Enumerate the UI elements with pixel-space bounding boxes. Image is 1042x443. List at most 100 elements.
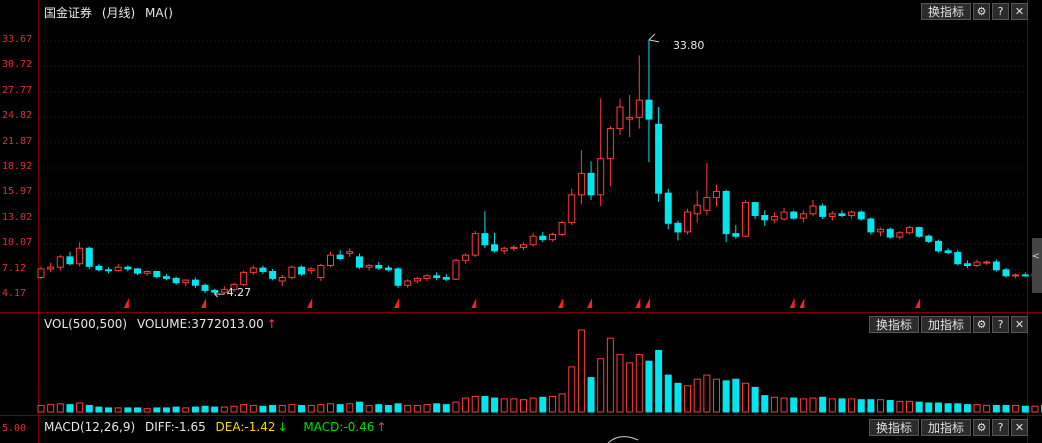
volume-bar (878, 400, 884, 412)
volume-bar (250, 405, 256, 412)
volume-bar (405, 405, 411, 412)
candle-body (762, 216, 768, 220)
candle-body (540, 236, 546, 239)
volume-bar (163, 408, 169, 412)
candle-body (135, 269, 141, 273)
volume-bar (434, 404, 440, 412)
volume-bar (125, 408, 131, 412)
volume-bar (926, 403, 932, 412)
volume-bar (366, 405, 372, 412)
low-price-label: 4.27 (227, 286, 252, 299)
volume-bar (800, 399, 806, 412)
volume-bar (115, 408, 121, 412)
volume-bar (221, 407, 227, 412)
volume-bar (916, 402, 922, 412)
event-marker-icon (790, 298, 795, 308)
volume-bar (328, 404, 334, 412)
candle-body (559, 222, 565, 234)
candle-body (656, 124, 662, 193)
candle-body (125, 267, 131, 269)
candle-body (829, 214, 835, 217)
volume-bar (598, 359, 604, 412)
candlestick-chart (0, 0, 1042, 312)
candle-body (434, 276, 440, 278)
volume-bar (907, 401, 913, 412)
candle-body (636, 100, 642, 117)
volume-bar (733, 379, 739, 412)
volume-bar (685, 386, 691, 412)
candle-body (1003, 270, 1009, 276)
volume-bar (472, 396, 478, 412)
volume-bar (376, 405, 382, 412)
candle-body (376, 265, 382, 268)
candle-body (868, 219, 874, 232)
volume-bar (96, 407, 102, 412)
candle-body (279, 278, 285, 281)
volume-bar (617, 355, 623, 412)
candle-body (781, 212, 787, 219)
candle-body (347, 252, 353, 254)
volume-bar (723, 381, 729, 412)
volume-bar (231, 406, 237, 412)
candle-body (67, 257, 73, 264)
chevron-left-icon[interactable]: < (1032, 251, 1040, 262)
volume-bar (443, 405, 449, 412)
volume-bar (318, 405, 324, 412)
candle-body (318, 265, 324, 277)
volume-bar (781, 398, 787, 412)
candle-body (192, 280, 198, 285)
event-marker-icon (558, 298, 563, 308)
event-marker-icon (915, 298, 920, 308)
candle-body (945, 251, 951, 253)
volume-panel[interactable]: VOL(500,500) VOLUME:3772013.00↑ 换指标 加指标 … (0, 312, 1042, 416)
candle-body (714, 191, 720, 197)
volume-bar (289, 405, 295, 412)
volume-bar (1022, 406, 1028, 412)
candle-body (675, 223, 681, 232)
candle-body (887, 229, 893, 237)
volume-bar (829, 399, 835, 412)
volume-bar (385, 405, 391, 412)
candle-body (463, 255, 469, 260)
volume-bar (675, 383, 681, 412)
volume-chart (0, 313, 1042, 416)
candle-body (1013, 275, 1019, 276)
candle-body (771, 216, 777, 219)
scrollbar-thumb[interactable] (1032, 238, 1042, 293)
volume-bar (347, 404, 353, 412)
candle-body (173, 278, 179, 282)
candle-body (183, 280, 189, 283)
volume-bar (627, 363, 633, 412)
candle-body (974, 262, 980, 265)
volume-bar (299, 405, 305, 412)
volume-bar (530, 398, 536, 412)
candle-body (260, 268, 266, 271)
candle-body (820, 206, 826, 216)
event-marker-icon (201, 298, 206, 308)
candle-body (530, 236, 536, 245)
event-marker-icon (394, 298, 399, 308)
kline-panel[interactable]: 国金证券 (月线) MA() 换指标 ⚙ ? ✕ 33.6730.7227.77… (0, 0, 1042, 312)
volume-bar (955, 404, 961, 412)
candle-body (115, 267, 121, 270)
volume-bar (337, 405, 343, 412)
candle-body (993, 262, 999, 270)
volume-bar (559, 394, 565, 412)
candle-body (241, 272, 247, 284)
volume-bar (964, 405, 970, 412)
volume-bar (578, 330, 584, 412)
candle-body (1022, 275, 1028, 276)
volume-bar (868, 400, 874, 412)
candle-body (453, 260, 459, 279)
candle-body (366, 265, 372, 267)
event-marker-icon (799, 298, 804, 308)
volume-bar (588, 378, 594, 412)
macd-panel[interactable]: 5.00 MACD(12,26,9) DIFF:-1.65 DEA:-1.42↓… (0, 415, 1042, 443)
candle-body (791, 212, 797, 218)
volume-bar (183, 408, 189, 412)
candle-body (77, 248, 83, 263)
candle-body (299, 267, 305, 274)
event-marker-icon (587, 298, 592, 308)
candle-body (501, 248, 507, 251)
candle-body (627, 117, 633, 119)
